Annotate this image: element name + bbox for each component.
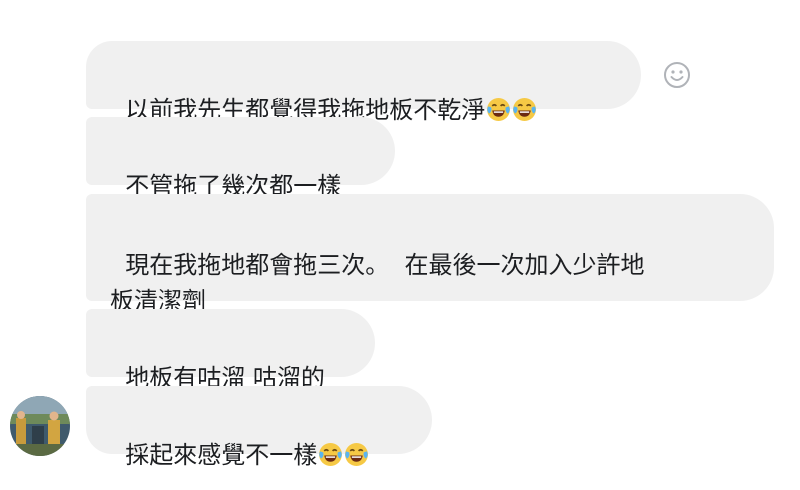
message-bubble-3[interactable]: 現在我拖地都會拖三次。 在最後一次加入少許地 板清潔劑 bbox=[86, 194, 774, 315]
avatar-photo bbox=[10, 396, 70, 456]
message-bubble-2[interactable]: 不管拖了幾次都一樣 bbox=[86, 117, 395, 200]
face-with-tears-of-joy-icon bbox=[319, 443, 343, 466]
smiley-icon[interactable] bbox=[662, 60, 692, 90]
face-with-tears-of-joy-icon bbox=[487, 98, 511, 121]
face-with-tears-of-joy-icon bbox=[513, 98, 537, 121]
message-bubble-4[interactable]: 地板有咕溜 咕溜的 bbox=[86, 309, 375, 392]
message-bubble-5[interactable]: 採起來感覺不一樣 bbox=[86, 386, 432, 469]
message-text: 採起來感覺不一樣 bbox=[125, 441, 318, 469]
avatar[interactable] bbox=[10, 396, 70, 456]
message-bubble-1[interactable]: 以前我先生都覺得我拖地板不乾淨 bbox=[86, 41, 641, 124]
face-with-tears-of-joy-icon bbox=[345, 443, 369, 466]
message-text: 現在我拖地都會拖三次。 在最後一次加入少許地 板清潔劑 bbox=[110, 251, 645, 315]
